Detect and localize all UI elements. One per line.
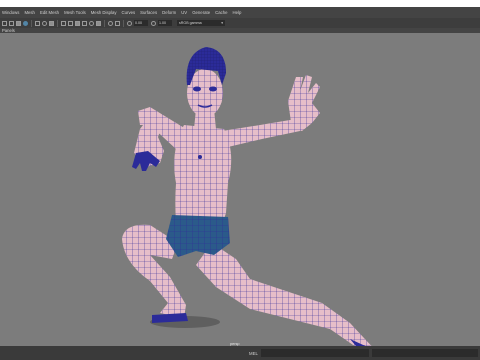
- texture-icon[interactable]: [82, 20, 87, 26]
- mel-label[interactable]: MEL: [249, 351, 258, 356]
- menu-bar: Windows Mesh Edit Mesh Mesh Tools Mesh D…: [0, 7, 480, 18]
- scale-icon[interactable]: [42, 20, 47, 26]
- viewport-toolbar: 0.00 1.00 sRGB gamma ▾: [0, 18, 480, 28]
- shadow-icon[interactable]: [96, 20, 101, 26]
- maya-window: Windows Mesh Edit Mesh Mesh Tools Mesh D…: [0, 7, 480, 360]
- perspective-viewport[interactable]: persp: [0, 33, 480, 346]
- light-icon[interactable]: [89, 20, 94, 26]
- wireframe-icon[interactable]: [68, 20, 73, 26]
- command-input[interactable]: [261, 349, 369, 357]
- body-mesh: [122, 69, 372, 346]
- command-feedback: [372, 349, 478, 357]
- toolbar-divider: [123, 19, 124, 27]
- xray-icon[interactable]: [115, 20, 120, 26]
- shaded-icon[interactable]: [75, 20, 80, 26]
- isolate-icon[interactable]: [108, 20, 113, 26]
- toolbar-divider: [31, 19, 32, 27]
- select-icon[interactable]: [2, 20, 7, 26]
- menu-edit-mesh[interactable]: Edit Mesh: [40, 7, 59, 18]
- grid-icon[interactable]: [61, 20, 66, 26]
- move-icon[interactable]: [23, 20, 28, 26]
- character-mesh: [122, 47, 372, 346]
- chevron-down-icon: ▾: [221, 21, 223, 25]
- menu-cache[interactable]: Cache: [215, 7, 227, 18]
- menu-windows[interactable]: Windows: [2, 7, 19, 18]
- gamma-icon[interactable]: [151, 20, 156, 26]
- menu-surfaces[interactable]: Surfaces: [140, 7, 157, 18]
- menu-mesh-tools[interactable]: Mesh Tools: [64, 7, 86, 18]
- menu-help[interactable]: Help: [233, 7, 242, 18]
- menu-uv[interactable]: UV: [181, 7, 187, 18]
- exposure-icon[interactable]: [127, 20, 132, 26]
- lasso-icon[interactable]: [9, 20, 14, 26]
- rotate-icon[interactable]: [35, 20, 40, 26]
- paint-icon[interactable]: [16, 20, 21, 26]
- colorspace-dropdown[interactable]: sRGB gamma ▾: [177, 20, 225, 26]
- toolbar-divider: [57, 19, 58, 27]
- menu-deform[interactable]: Deform: [162, 7, 176, 18]
- gamma-field[interactable]: 1.00: [158, 20, 172, 26]
- colorspace-value: sRGB gamma: [179, 21, 202, 25]
- toolbar-divider: [104, 19, 105, 27]
- camera-icon[interactable]: [49, 20, 54, 26]
- menu-mesh[interactable]: Mesh: [24, 7, 35, 18]
- menu-curves[interactable]: Curves: [122, 7, 136, 18]
- menu-generate[interactable]: Generate: [192, 7, 210, 18]
- command-line-bar: MEL: [0, 346, 480, 360]
- menu-mesh-display[interactable]: Mesh Display: [91, 7, 117, 18]
- exposure-field[interactable]: 0.00: [134, 20, 148, 26]
